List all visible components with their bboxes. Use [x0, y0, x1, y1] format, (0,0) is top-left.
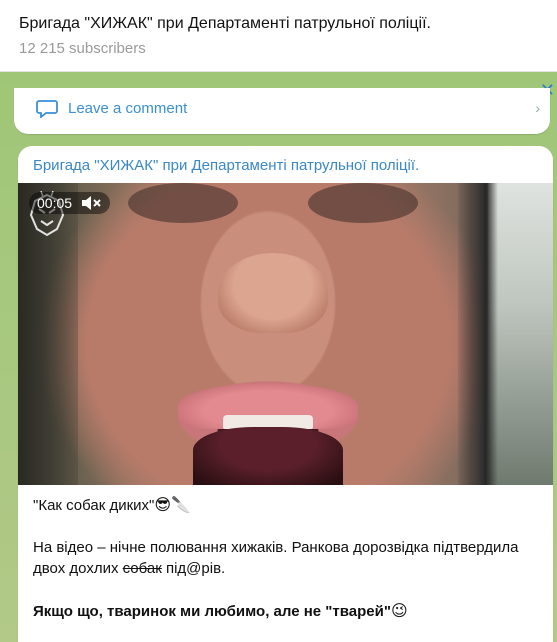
video-eye-right	[308, 183, 418, 223]
message-caption: "Как собак диких"😎🔪 На відео – нічне пол…	[33, 494, 538, 642]
caption-quote: "Как собак диких"	[33, 497, 155, 514]
caption-emoji-3: 😉	[390, 601, 408, 620]
video-duration: 00:05	[37, 195, 73, 211]
channel-title[interactable]: Бригада "ХИЖАК" при Департаменті патруль…	[19, 14, 557, 34]
chevron-right-icon: ›	[535, 100, 540, 116]
leave-comment-link[interactable]: Leave a comment	[36, 98, 187, 118]
caption-text-2a: На відео – нічне полювання хижаків. Ранк…	[33, 539, 519, 577]
caption-emojis-1: 😎🔪	[154, 495, 191, 514]
video-nose	[218, 253, 328, 333]
chat-header[interactable]: Бригада "ХИЖАК" при Департаменті патруль…	[0, 0, 557, 72]
message-bubble: Бригада "ХИЖАК" при Департаменті патруль…	[18, 146, 553, 642]
subscriber-count: 12 215 subscribers	[19, 40, 146, 57]
caption-bold-text: Якщо що, тваринок ми любимо, але не "тва…	[33, 603, 391, 620]
caption-strikethrough: собак	[122, 560, 162, 577]
previous-message-tail: Leave a comment ›	[14, 88, 550, 134]
speaker-muted-icon[interactable]	[80, 195, 102, 211]
comment-icon	[36, 100, 58, 118]
video-eye-left	[128, 183, 238, 223]
caption-text-2b: під@рів.	[161, 560, 226, 577]
video-time-badge[interactable]: 00:05	[29, 192, 111, 214]
caption-line-3: Якщо що, тваринок ми любимо, але не "тва…	[33, 600, 538, 622]
caption-line-1: "Как собак диких"😎🔪	[33, 494, 538, 516]
leave-comment-label: Leave a comment	[68, 99, 188, 117]
caption-line-2: На відео – нічне полювання хижаків. Ранк…	[33, 537, 538, 579]
video-player[interactable]: 00:05	[18, 183, 553, 485]
video-mouth	[193, 427, 343, 485]
message-author[interactable]: Бригада "ХИЖАК" при Департаменті патруль…	[33, 157, 419, 174]
video-hood-right	[458, 183, 498, 485]
